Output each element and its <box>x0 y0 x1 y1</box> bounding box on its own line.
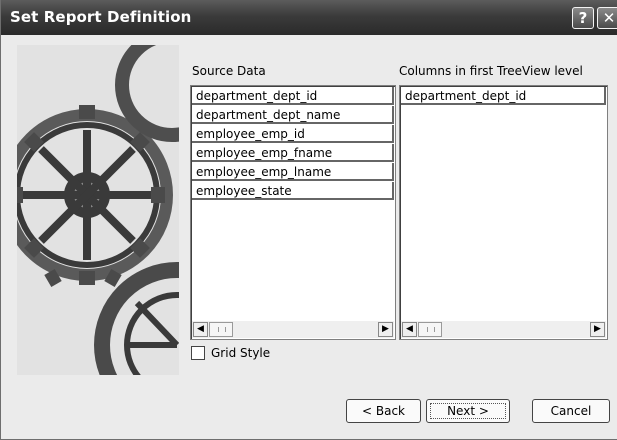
source-data-list[interactable]: department_dept_id department_dept_name … <box>190 85 396 340</box>
source-data-label: Source Data <box>192 64 266 78</box>
scroll-right-icon[interactable]: ▶ <box>378 322 393 337</box>
list-item[interactable]: employee_emp_lname <box>192 163 394 181</box>
help-button[interactable]: ? <box>572 7 594 29</box>
list-item[interactable]: employee_emp_id <box>192 125 394 143</box>
back-button[interactable]: < Back <box>346 399 421 423</box>
title-bar: Set Report Definition ? ✕ <box>1 0 617 35</box>
source-horizontal-scrollbar[interactable]: ◀ ▶ <box>192 321 394 338</box>
grid-style-label[interactable]: Grid Style <box>211 346 270 360</box>
list-item[interactable]: employee_emp_fname <box>192 144 394 162</box>
list-item[interactable]: department_dept_id <box>401 87 606 105</box>
scroll-left-icon[interactable]: ◀ <box>193 322 208 337</box>
scroll-left-icon[interactable]: ◀ <box>402 322 417 337</box>
columns-label: Columns in first TreeView level <box>399 64 583 78</box>
grid-style-checkbox[interactable] <box>191 346 205 360</box>
columns-list[interactable]: department_dept_id ◀ ▶ <box>399 85 608 340</box>
list-item[interactable]: department_dept_name <box>192 106 394 124</box>
scroll-right-icon[interactable]: ▶ <box>590 322 605 337</box>
dialog-window: Set Report Definition ? ✕ Source Data Co… <box>0 0 617 440</box>
gears-illustration <box>17 45 179 375</box>
cancel-button[interactable]: Cancel <box>532 399 610 423</box>
list-item[interactable]: department_dept_id <box>192 87 394 105</box>
next-button[interactable]: Next > <box>426 399 510 423</box>
gears-art-icon <box>17 45 179 375</box>
list-item[interactable]: employee_state <box>192 182 394 200</box>
window-title: Set Report Definition <box>10 8 192 26</box>
scroll-thumb[interactable] <box>418 322 442 337</box>
scroll-thumb[interactable] <box>209 322 233 337</box>
close-button[interactable]: ✕ <box>597 7 617 29</box>
columns-horizontal-scrollbar[interactable]: ◀ ▶ <box>401 321 606 338</box>
